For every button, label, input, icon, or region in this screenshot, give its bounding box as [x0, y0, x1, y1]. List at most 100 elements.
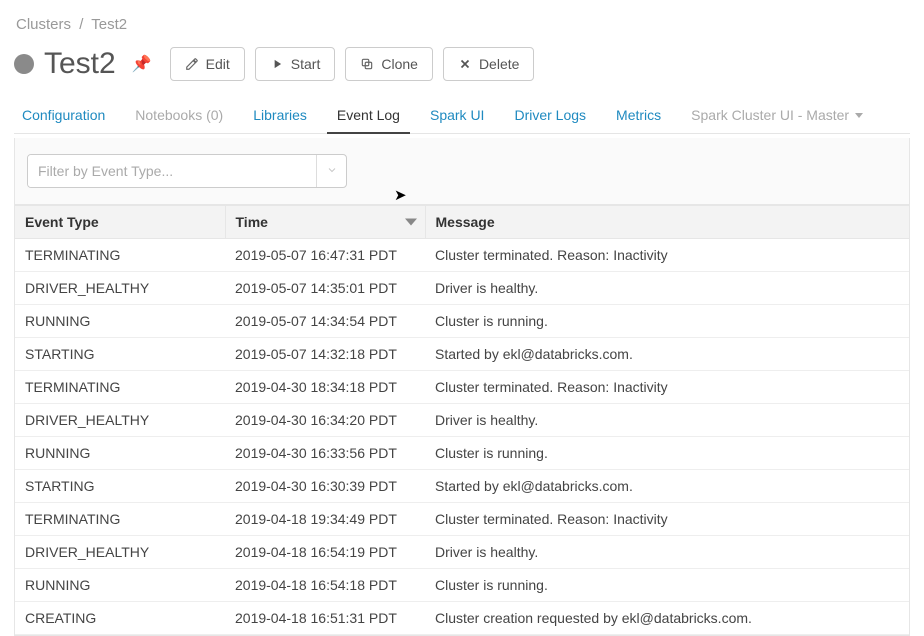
filter-select[interactable]: [27, 154, 347, 188]
close-icon: [458, 57, 472, 71]
table-row[interactable]: STARTING2019-04-30 16:30:39 PDTStarted b…: [15, 470, 909, 503]
pencil-icon: [185, 57, 199, 71]
table-row[interactable]: CREATING2019-04-18 16:51:31 PDTCluster c…: [15, 602, 909, 635]
breadcrumb-current: Test2: [91, 16, 127, 33]
chevron-down-icon: [855, 113, 863, 118]
tab-driver-logs-label: Driver Logs: [514, 107, 586, 123]
table-row[interactable]: RUNNING2019-04-18 16:54:18 PDTCluster is…: [15, 569, 909, 602]
col-header-time[interactable]: Time: [225, 206, 425, 239]
table-row[interactable]: STARTING2019-05-07 14:32:18 PDTStarted b…: [15, 338, 909, 371]
cell-message: Cluster terminated. Reason: Inactivity: [425, 371, 909, 404]
tab-driver-logs[interactable]: Driver Logs: [510, 99, 590, 133]
tab-event-log[interactable]: Event Log: [333, 99, 404, 133]
tab-metrics[interactable]: Metrics: [612, 99, 665, 133]
start-button-label: Start: [291, 56, 321, 72]
tab-libraries[interactable]: Libraries: [249, 99, 311, 133]
cell-message: Started by ekl@databricks.com.: [425, 470, 909, 503]
delete-button-label: Delete: [479, 56, 519, 72]
cell-time: 2019-04-30 16:30:39 PDT: [225, 470, 425, 503]
tabs: Configuration Notebooks (0) Libraries Event…: [14, 99, 910, 134]
col-header-message[interactable]: Message: [425, 206, 909, 239]
tab-notebooks[interactable]: Notebooks (0): [131, 99, 227, 133]
start-button[interactable]: Start: [255, 47, 336, 81]
edit-button-label: Edit: [206, 56, 230, 72]
title-row: Test2 📌 Edit Start Clone Delete: [14, 47, 910, 81]
col-header-event-type[interactable]: Event Type: [15, 206, 225, 239]
tab-notebooks-label: Notebooks (0): [135, 107, 223, 123]
table-header-row: Event Type Time Message: [15, 206, 909, 239]
col-header-message-label: Message: [436, 214, 495, 230]
cell-time: 2019-05-07 14:34:54 PDT: [225, 305, 425, 338]
tab-metrics-label: Metrics: [616, 107, 661, 123]
col-header-time-label: Time: [236, 214, 268, 230]
table-row[interactable]: RUNNING2019-05-07 14:34:54 PDTCluster is…: [15, 305, 909, 338]
cell-time: 2019-04-18 16:51:31 PDT: [225, 602, 425, 635]
table-row[interactable]: RUNNING2019-04-30 16:33:56 PDTCluster is…: [15, 437, 909, 470]
cell-message: Driver is healthy.: [425, 536, 909, 569]
clone-icon: [360, 57, 374, 71]
sort-desc-icon: [405, 219, 417, 226]
table-row[interactable]: DRIVER_HEALTHY2019-05-07 14:35:01 PDTDri…: [15, 272, 909, 305]
cell-type: RUNNING: [15, 305, 225, 338]
cell-type: TERMINATING: [15, 371, 225, 404]
tab-configuration[interactable]: Configuration: [18, 99, 109, 133]
table-row[interactable]: TERMINATING2019-04-30 18:34:18 PDTCluste…: [15, 371, 909, 404]
cell-time: 2019-04-18 16:54:18 PDT: [225, 569, 425, 602]
cell-message: Cluster creation requested by ekl@databr…: [425, 602, 909, 635]
tab-libraries-label: Libraries: [253, 107, 307, 123]
cell-time: 2019-04-18 16:54:19 PDT: [225, 536, 425, 569]
cell-time: 2019-04-30 18:34:18 PDT: [225, 371, 425, 404]
breadcrumb-root[interactable]: Clusters: [16, 16, 71, 33]
page-title: Test2: [44, 47, 116, 81]
tab-spark-cluster-ui-label: Spark Cluster UI - Master: [691, 107, 849, 123]
filter-dropdown-toggle[interactable]: [316, 155, 346, 187]
col-header-event-type-label: Event Type: [25, 214, 99, 230]
cell-time: 2019-05-07 16:47:31 PDT: [225, 239, 425, 272]
play-icon: [270, 57, 284, 71]
cell-type: STARTING: [15, 470, 225, 503]
tab-event-log-label: Event Log: [337, 107, 400, 123]
cell-type: STARTING: [15, 338, 225, 371]
filter-input[interactable]: [28, 155, 316, 187]
tab-configuration-label: Configuration: [22, 107, 105, 123]
events-table: Event Type Time Message TERMINATING2019-…: [15, 205, 909, 635]
cell-type: RUNNING: [15, 437, 225, 470]
breadcrumb: Clusters / Test2: [16, 16, 910, 33]
cell-message: Started by ekl@databricks.com.: [425, 338, 909, 371]
cell-time: 2019-05-07 14:32:18 PDT: [225, 338, 425, 371]
tab-spark-ui-label: Spark UI: [430, 107, 484, 123]
cell-time: 2019-04-18 19:34:49 PDT: [225, 503, 425, 536]
cell-message: Cluster terminated. Reason: Inactivity: [425, 503, 909, 536]
table-row[interactable]: DRIVER_HEALTHY2019-04-30 16:34:20 PDTDri…: [15, 404, 909, 437]
cell-type: RUNNING: [15, 569, 225, 602]
table-row[interactable]: TERMINATING2019-05-07 16:47:31 PDTCluste…: [15, 239, 909, 272]
edit-button[interactable]: Edit: [170, 47, 245, 81]
chevron-down-icon: [326, 163, 338, 179]
cell-message: Driver is healthy.: [425, 404, 909, 437]
clone-button[interactable]: Clone: [345, 47, 433, 81]
cell-type: TERMINATING: [15, 239, 225, 272]
tab-spark-ui[interactable]: Spark UI: [426, 99, 488, 133]
cell-message: Cluster terminated. Reason: Inactivity: [425, 239, 909, 272]
tab-spark-cluster-ui[interactable]: Spark Cluster UI - Master: [687, 99, 867, 133]
breadcrumb-sep: /: [75, 16, 87, 33]
cell-type: DRIVER_HEALTHY: [15, 536, 225, 569]
cell-type: CREATING: [15, 602, 225, 635]
cluster-status-dot-icon: [14, 54, 34, 74]
cell-message: Cluster is running.: [425, 569, 909, 602]
filter-bar: [15, 138, 909, 205]
cell-time: 2019-05-07 14:35:01 PDT: [225, 272, 425, 305]
clone-button-label: Clone: [381, 56, 418, 72]
table-row[interactable]: DRIVER_HEALTHY2019-04-18 16:54:19 PDTDri…: [15, 536, 909, 569]
cell-time: 2019-04-30 16:33:56 PDT: [225, 437, 425, 470]
pin-icon[interactable]: 📌: [132, 54, 152, 74]
table-row[interactable]: TERMINATING2019-04-18 19:34:49 PDTCluste…: [15, 503, 909, 536]
cell-message: Driver is healthy.: [425, 272, 909, 305]
event-log-panel: Event Type Time Message TERMINATING2019-…: [14, 138, 910, 636]
cell-type: TERMINATING: [15, 503, 225, 536]
cell-type: DRIVER_HEALTHY: [15, 272, 225, 305]
cell-message: Cluster is running.: [425, 305, 909, 338]
cell-type: DRIVER_HEALTHY: [15, 404, 225, 437]
delete-button[interactable]: Delete: [443, 47, 534, 81]
cell-time: 2019-04-30 16:34:20 PDT: [225, 404, 425, 437]
